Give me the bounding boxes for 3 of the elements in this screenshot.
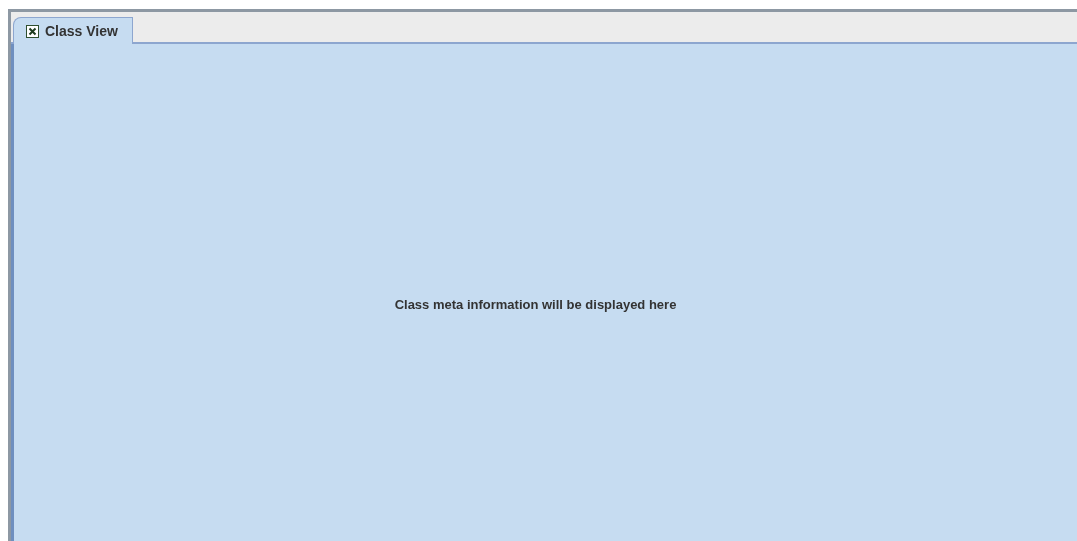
placeholder-message: Class meta information will be displayed here (394, 296, 677, 312)
tab[interactable]: Class View (13, 17, 133, 44)
close-icon[interactable] (26, 24, 39, 38)
